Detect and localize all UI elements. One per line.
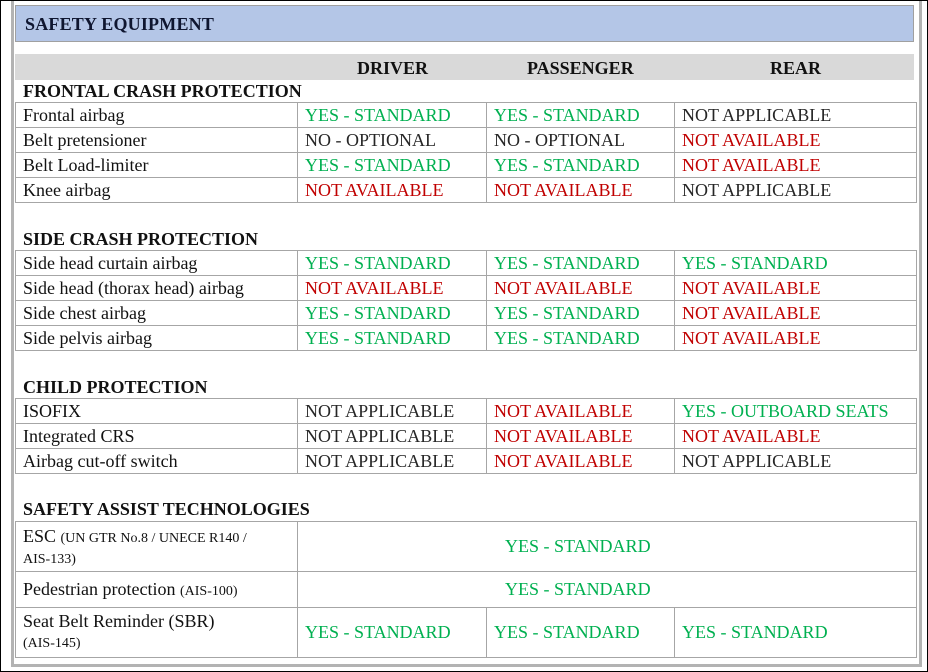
driver-status: NOT APPLICABLE [297,423,487,449]
rear-status: NOT AVAILABLE [674,325,917,351]
table-row: Side chest airbag YES - STANDARD YES - S… [15,300,917,326]
row-label: Frontal airbag [15,102,298,128]
row-label: Pedestrian protection (AIS-100) [15,571,298,608]
table-row: Side head curtain airbag YES - STANDARD … [15,250,917,276]
passenger-status: NO - OPTIONAL [486,127,675,153]
passenger-status: YES - STANDARD [486,250,675,276]
row-label-main: ESC [23,525,57,546]
driver-status: NOT AVAILABLE [297,177,487,203]
rear-status: NOT APPLICABLE [674,177,917,203]
row-label-main: Pedestrian protection [23,579,176,599]
passenger-status: NOT AVAILABLE [486,398,675,424]
passenger-status: YES - STANDARD [486,607,675,658]
table-row: Integrated CRS NOT APPLICABLE NOT AVAILA… [15,423,917,449]
driver-status: NO - OPTIONAL [297,127,487,153]
table-row: Pedestrian protection (AIS-100) YES - ST… [15,571,917,608]
title-bar: SAFETY EQUIPMENT [15,5,914,42]
driver-status: YES - STANDARD [297,325,487,351]
table-row: Airbag cut-off switch NOT APPLICABLE NOT… [15,448,917,474]
passenger-status: YES - STANDARD [486,325,675,351]
table-row: Frontal airbag YES - STANDARD YES - STAN… [15,102,917,128]
rear-status: YES - OUTBOARD SEATS [674,398,917,424]
row-label-note: (AIS-100) [179,584,238,599]
table-row: Belt pretensioner NO - OPTIONAL NO - OPT… [15,127,917,153]
table-row: Knee airbag NOT AVAILABLE NOT AVAILABLE … [15,177,917,203]
row-label-main: Seat Belt Reminder (SBR) [23,611,215,631]
row-label: ESC (UN GTR No.8 / UNECE R140 / AIS-133) [15,521,298,572]
passenger-status: NOT AVAILABLE [486,275,675,301]
section-title-assist: SAFETY ASSIST TECHNOLOGIES [23,499,310,519]
rear-status: NOT AVAILABLE [674,300,917,326]
row-label-note: (UN GTR No.8 / UNECE R140 / [60,530,247,546]
passenger-status: YES - STANDARD [486,300,675,326]
passenger-status: YES - STANDARD [486,152,675,178]
row-label: Side pelvis airbag [15,325,298,351]
rear-status: NOT AVAILABLE [674,127,917,153]
column-header-driver: DRIVER [357,58,429,78]
driver-status: NOT APPLICABLE [297,398,487,424]
table-row: Side head (thorax head) airbag NOT AVAIL… [15,275,917,301]
safety-assist-table: ESC (UN GTR No.8 / UNECE R140 / AIS-133)… [15,521,917,658]
column-header-passenger: PASSENGER [527,58,634,78]
passenger-status: YES - STANDARD [486,102,675,128]
child-protection-table: ISOFIX NOT APPLICABLE NOT AVAILABLE YES … [15,398,917,474]
passenger-status: NOT AVAILABLE [486,448,675,474]
rear-status: NOT AVAILABLE [674,275,917,301]
table-row: ISOFIX NOT APPLICABLE NOT AVAILABLE YES … [15,398,917,424]
all-seats-status: YES - STANDARD [297,571,917,608]
side-crash-table: Side head curtain airbag YES - STANDARD … [15,250,917,351]
section-title-child: CHILD PROTECTION [23,377,208,397]
passenger-status: NOT AVAILABLE [486,423,675,449]
row-label: Airbag cut-off switch [15,448,298,474]
row-label: Belt Load-limiter [15,152,298,178]
all-seats-status: YES - STANDARD [297,521,917,572]
row-label: Belt pretensioner [15,127,298,153]
column-header-rear: REAR [770,58,822,78]
row-label: ISOFIX [15,398,298,424]
row-label: Side head (thorax head) airbag [15,275,298,301]
rear-status: NOT AVAILABLE [674,423,917,449]
table-row: ESC (UN GTR No.8 / UNECE R140 / AIS-133)… [15,521,917,572]
rear-status: NOT AVAILABLE [674,152,917,178]
driver-status: YES - STANDARD [297,152,487,178]
row-label: Integrated CRS [15,423,298,449]
driver-status: YES - STANDARD [297,102,487,128]
page-title: SAFETY EQUIPMENT [25,14,215,34]
rear-status: NOT APPLICABLE [674,102,917,128]
table-row: Side pelvis airbag YES - STANDARD YES - … [15,325,917,351]
driver-status: YES - STANDARD [297,300,487,326]
driver-status: YES - STANDARD [297,607,487,658]
rear-status: YES - STANDARD [674,607,917,658]
rear-status: NOT APPLICABLE [674,448,917,474]
table-row: Belt Load-limiter YES - STANDARD YES - S… [15,152,917,178]
rear-status: YES - STANDARD [674,250,917,276]
row-label: Seat Belt Reminder (SBR) (AIS-145) [15,607,298,658]
row-label: Side chest airbag [15,300,298,326]
table-row: Seat Belt Reminder (SBR) (AIS-145) YES -… [15,607,917,658]
row-label: Side head curtain airbag [15,250,298,276]
passenger-status: NOT AVAILABLE [486,177,675,203]
row-label-note-2: AIS-133) [23,551,76,567]
driver-status: NOT APPLICABLE [297,448,487,474]
section-title-frontal: FRONTAL CRASH PROTECTION [23,81,302,101]
row-label-note: (AIS-145) [23,636,81,651]
column-header-row: DRIVER PASSENGER REAR [15,54,914,80]
driver-status: NOT AVAILABLE [297,275,487,301]
frontal-crash-table: Frontal airbag YES - STANDARD YES - STAN… [15,102,917,203]
driver-status: YES - STANDARD [297,250,487,276]
row-label: Knee airbag [15,177,298,203]
document-frame: SAFETY EQUIPMENT DRIVER PASSENGER REAR F… [0,0,928,672]
section-title-side: SIDE CRASH PROTECTION [23,229,259,249]
